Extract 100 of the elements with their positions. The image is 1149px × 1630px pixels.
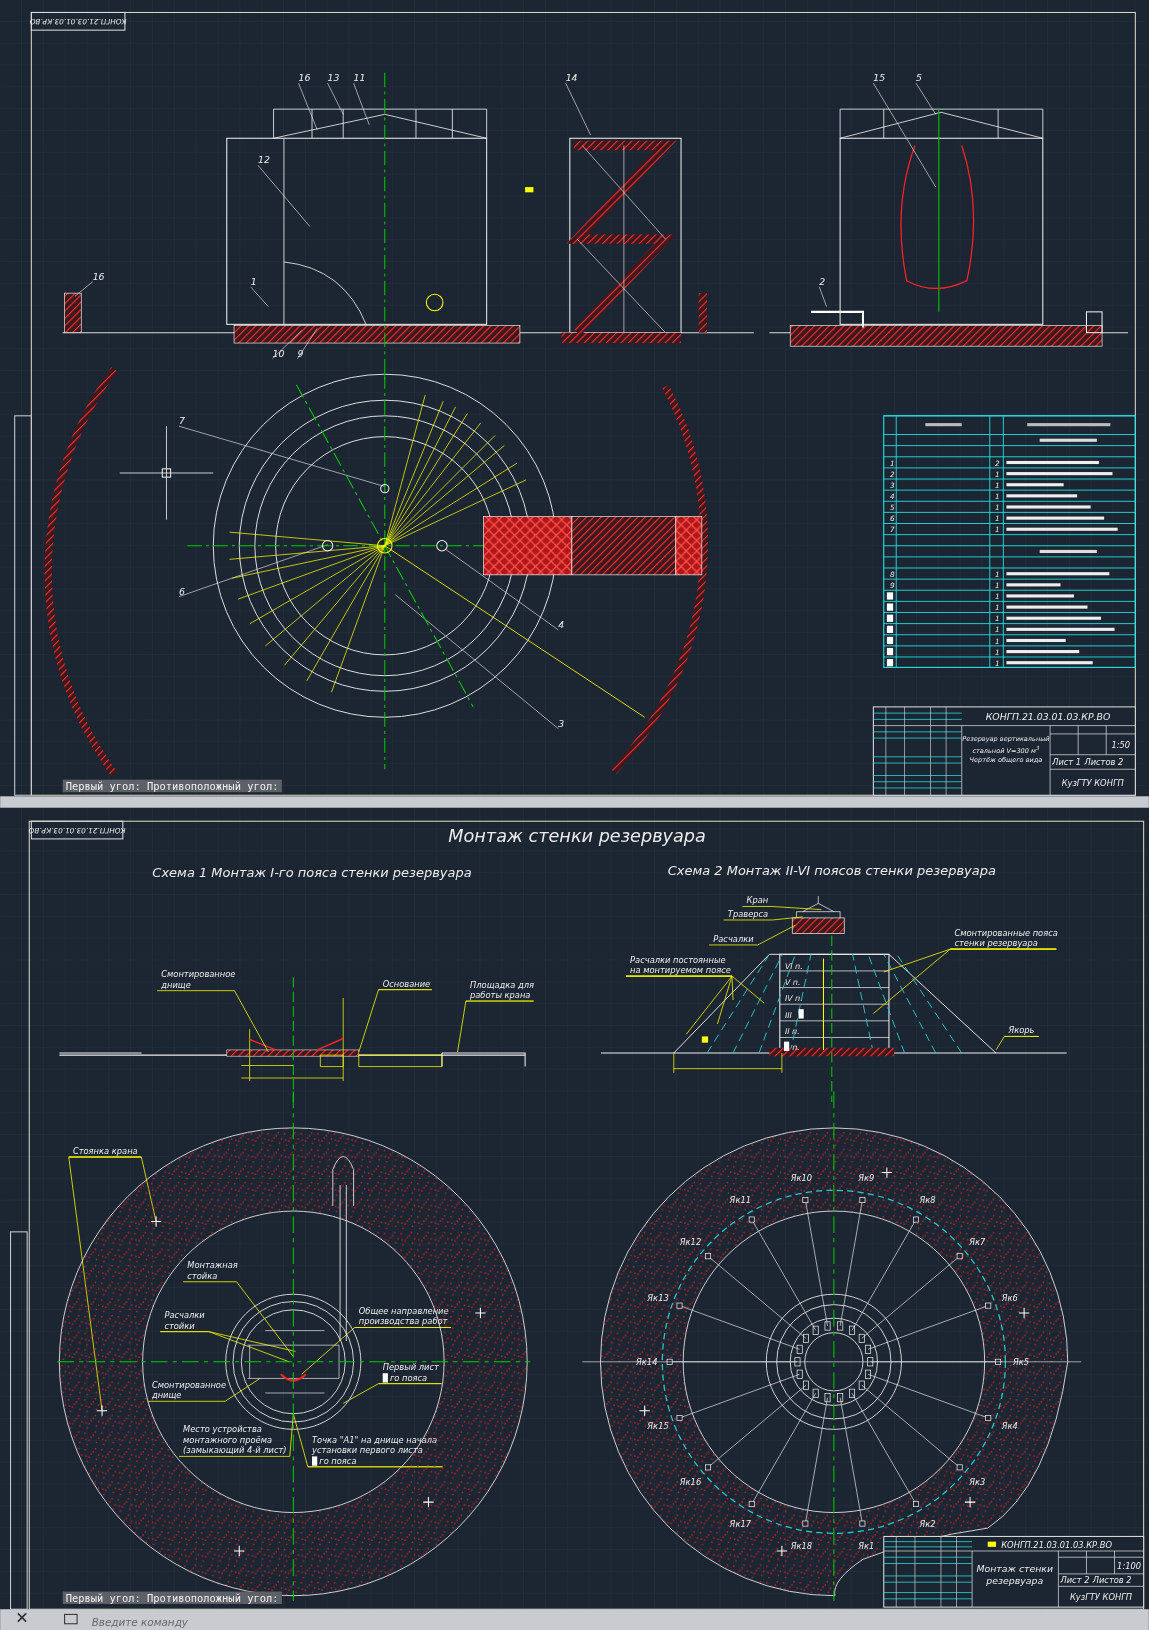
anchor-label: Як11 (729, 1194, 751, 1205)
illegible-text-mark (1006, 638, 1066, 642)
anchor-label: Як4 (1001, 1420, 1018, 1431)
callout-label: производства работ (358, 1316, 448, 1327)
organization-name: КузГТУ КОНГП (1061, 777, 1124, 788)
drawing-code: КОНГП.21.03.01.03.КР.ВО (1001, 1539, 1112, 1550)
callout-label: Площадка для (470, 979, 535, 990)
callout-number: 2 (819, 275, 826, 287)
crosshair-mark (233, 1545, 245, 1557)
drawing-code: КОНГП.21.03.01.03.КР.ВО (985, 711, 1111, 723)
anchor-label: Як10 (790, 1172, 813, 1183)
callout-label: го пояса (390, 1372, 428, 1383)
anchor-label: Як5 (1012, 1356, 1029, 1367)
callout-label: Первый лист (382, 1362, 439, 1373)
leader-line (565, 82, 591, 136)
anchor-label: Як6 (1001, 1292, 1018, 1303)
callout-label: Расчалки (713, 933, 754, 944)
scale-value: 1:50 (1111, 740, 1131, 751)
anchor-label: Як7 (969, 1236, 986, 1247)
callout-label: работы крана (470, 989, 531, 1000)
crosshair-mark (881, 1166, 893, 1179)
callout-number: 11 (353, 72, 366, 84)
crosshair-mark (422, 1496, 435, 1508)
callout-label: на монтируемом поясе (630, 965, 731, 975)
callout-label: Точка "А1" на днище начала (312, 1434, 438, 1445)
callout-number: 9 (297, 347, 304, 359)
callout-label: днище (161, 979, 191, 990)
callout-label: Расчалки (164, 1310, 205, 1321)
leader-line (74, 281, 93, 297)
leader-line (298, 82, 318, 131)
callout-label: Монтажная (187, 1260, 238, 1271)
illegible-text-mark (1039, 438, 1097, 442)
callout-number: 1 (250, 275, 257, 287)
leader-line (995, 1036, 1040, 1051)
callout-number: 6 (178, 585, 185, 597)
crosshair-mark (1018, 1307, 1030, 1319)
sheet-title: Монтаж стенки резервуара (448, 826, 706, 847)
callout-label: Стоянка крана (72, 1145, 138, 1156)
callout-number: 12 (257, 154, 270, 166)
callout-label: Якорь (1008, 1025, 1035, 1036)
callout-number: 16 (92, 270, 105, 282)
command-prompt: Первый угол: Противоположный угол: (62, 1591, 282, 1604)
callout-number: 13 (327, 72, 340, 84)
callout-number: 10 (272, 347, 285, 359)
leader-line (257, 165, 311, 227)
anchor-label: Як18 (790, 1541, 813, 1552)
callout-number: 4 (558, 618, 565, 630)
callout-label: установки первого листа (312, 1445, 423, 1456)
organization-name: КузГТУ КОНГП (1069, 1591, 1133, 1602)
leader-line (353, 82, 370, 126)
illegible-text-mark (1006, 594, 1074, 598)
drawing-title: резервуара (986, 1575, 1044, 1587)
anchor-label: Як16 (679, 1477, 702, 1488)
leader-line (250, 286, 269, 307)
anchor-label: Як13 (647, 1292, 669, 1303)
anchor-label: Як2 (919, 1518, 936, 1529)
anchor-label: Як1 (858, 1541, 875, 1552)
callout-label: стенки резервуара (954, 938, 1038, 948)
scale-value: 1:100 (1117, 1560, 1142, 1571)
scheme-title: Схема 2 Монтаж II-VI поясов стенки резервуара (667, 863, 996, 879)
callout-number: 5 (916, 72, 922, 84)
callout-label: Расчалки постоянные (630, 954, 726, 965)
callout-number: 7 (178, 415, 185, 427)
callout-number: 16 (298, 72, 311, 84)
anchor-label: Як8 (919, 1194, 936, 1205)
sheet-number: Лист 1 (1052, 757, 1082, 768)
crosshair-mark (638, 1404, 651, 1417)
command-input[interactable]: Введите команду (91, 1614, 612, 1628)
crosshair-mark (96, 1404, 108, 1417)
illegible-text-mark (1039, 549, 1097, 554)
crosshair-mark (474, 1307, 487, 1319)
anchor-label: Як9 (858, 1172, 875, 1183)
callout-label: Общее направление (358, 1306, 449, 1316)
callout-label: Смонтированное (151, 1379, 227, 1390)
leader-line (327, 82, 344, 115)
leader-line (297, 328, 318, 359)
leader-line (819, 286, 827, 307)
anchor-label: Як12 (679, 1236, 702, 1247)
callout-label: Основание (382, 978, 431, 989)
callout-label: Кран (746, 895, 769, 906)
terminal-icon[interactable] (64, 1613, 78, 1625)
illegible-text-mark (1006, 483, 1064, 487)
drawing-title: Монтаж стенки (976, 1562, 1054, 1574)
illegible-text-mark (925, 423, 962, 427)
sheet-number: Лист 2 (1060, 1575, 1090, 1586)
callout-label: Траверса (727, 908, 769, 919)
anchor-label: Як14 (636, 1356, 658, 1367)
anchor-label: Як17 (729, 1518, 751, 1529)
callout-label: Смонтированные пояса (954, 927, 1058, 938)
scheme-title: Схема 1 Монтаж I-го пояса стенки резервуара (152, 865, 472, 881)
callout-label: Смонтированное (161, 969, 236, 980)
callout-label: го пояса (319, 1455, 357, 1466)
close-icon[interactable] (17, 1612, 27, 1623)
crosshair-mark (964, 1496, 976, 1508)
callout-label: днище (151, 1390, 182, 1401)
sheet-count: Листов 2 (1084, 757, 1124, 768)
callout-label: Место устройства (183, 1424, 262, 1435)
leader-line (272, 330, 302, 359)
anchor-label: Як15 (647, 1420, 669, 1431)
callout-number: 15 (873, 72, 886, 84)
